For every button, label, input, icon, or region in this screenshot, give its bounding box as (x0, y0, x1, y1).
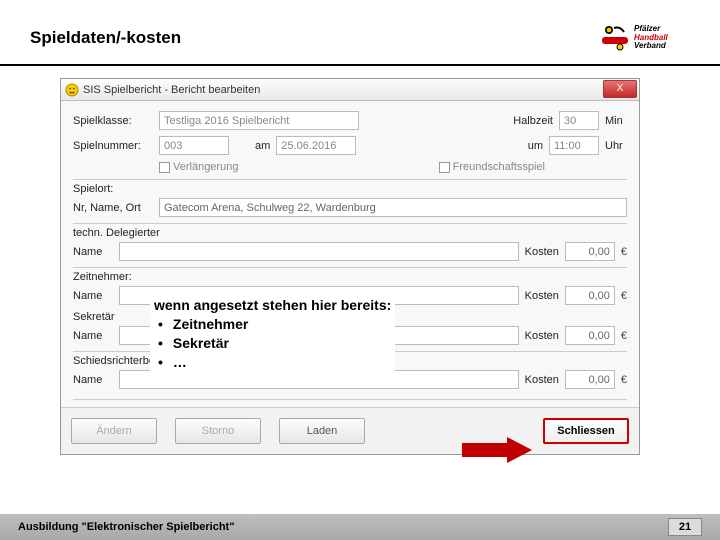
callout-item: … (158, 353, 391, 372)
logo-icon (600, 23, 630, 53)
eur-1: € (621, 246, 627, 258)
field-kosten-1[interactable]: 0,00 (565, 242, 615, 261)
callout-heading: wenn angesetzt stehen hier bereits: (154, 296, 391, 315)
slide-header: Spieldaten/-kosten Pfälzer Handball Verb… (0, 0, 720, 66)
callout-item: Sekretär (158, 334, 391, 353)
callout-list: Zeitnehmer Sekretär … (158, 315, 391, 372)
field-spielnummer[interactable]: 003 (159, 136, 229, 155)
label-spielnummer: Spielnummer: (73, 140, 153, 152)
label-uhr: Uhr (605, 140, 627, 152)
field-spielklasse[interactable]: Testliga 2016 Spielbericht (159, 111, 359, 130)
label-nrnameort: Nr, Name, Ort (73, 202, 153, 214)
label-techn-delegierter: techn. Delegierter (73, 227, 627, 239)
field-techn-delegierter[interactable] (119, 242, 519, 261)
label-zeitnehmer: Zeitnehmer: (73, 271, 627, 283)
label-name-2: Name (73, 290, 113, 302)
footer-text: Ausbildung "Elektronischer Spielbericht" (18, 521, 234, 533)
red-arrow-icon (462, 437, 532, 463)
field-spielort[interactable]: Gatecom Arena, Schulweg 22, Wardenburg (159, 198, 627, 217)
label-kosten-4: Kosten (525, 374, 559, 386)
eur-2: € (621, 290, 627, 302)
label-kosten-1: Kosten (525, 246, 559, 258)
slide-title: Spieldaten/-kosten (30, 28, 181, 48)
logo-text: Pfälzer Handball Verband (634, 25, 668, 51)
callout-item: Zeitnehmer (158, 315, 391, 334)
window-title: SIS Spielbericht - Bericht bearbeiten (83, 84, 260, 96)
field-datum[interactable]: 25.06.2016 (276, 136, 356, 155)
aendern-button[interactable]: Ändern (71, 418, 157, 444)
laden-button[interactable]: Laden (279, 418, 365, 444)
checkbox-freundschaftsspiel[interactable]: Freundschaftsspiel (439, 161, 545, 173)
app-window: SIS Spielbericht - Bericht bearbeiten X … (60, 78, 640, 455)
button-bar: Ändern Storno Laden Schliessen (61, 407, 639, 454)
slide-footer: Ausbildung "Elektronischer Spielbericht"… (0, 514, 720, 540)
label-kosten-3: Kosten (525, 330, 559, 342)
logo: Pfälzer Handball Verband (600, 20, 690, 56)
label-name-3: Name (73, 330, 113, 342)
app-icon (65, 83, 79, 97)
storno-button[interactable]: Storno (175, 418, 261, 444)
label-halbzeit: Halbzeit (513, 115, 553, 127)
field-uhrzeit[interactable]: 11:00 (549, 136, 599, 155)
page-number: 21 (668, 518, 702, 536)
field-kosten-4[interactable]: 0,00 (565, 370, 615, 389)
field-kosten-2[interactable]: 0,00 (565, 286, 615, 305)
title-bar: SIS Spielbericht - Bericht bearbeiten X (61, 79, 639, 101)
label-spielklasse: Spielklasse: (73, 115, 153, 127)
window-close-button[interactable]: X (603, 80, 637, 98)
field-kosten-3[interactable]: 0,00 (565, 326, 615, 345)
callout-box: wenn angesetzt stehen hier bereits: Zeit… (150, 294, 395, 374)
label-name-1: Name (73, 246, 113, 258)
label-spielort: Spielort: (73, 183, 627, 195)
checkbox-verlaengerung[interactable]: Verlängerung (159, 161, 238, 173)
eur-4: € (621, 374, 627, 386)
label-kosten-2: Kosten (525, 290, 559, 302)
label-min: Min (605, 115, 627, 127)
field-halbzeit[interactable]: 30 (559, 111, 599, 130)
schliessen-button[interactable]: Schliessen (543, 418, 629, 444)
label-um: um (528, 140, 543, 152)
label-name-4: Name (73, 374, 113, 386)
label-am: am (255, 140, 270, 152)
eur-3: € (621, 330, 627, 342)
